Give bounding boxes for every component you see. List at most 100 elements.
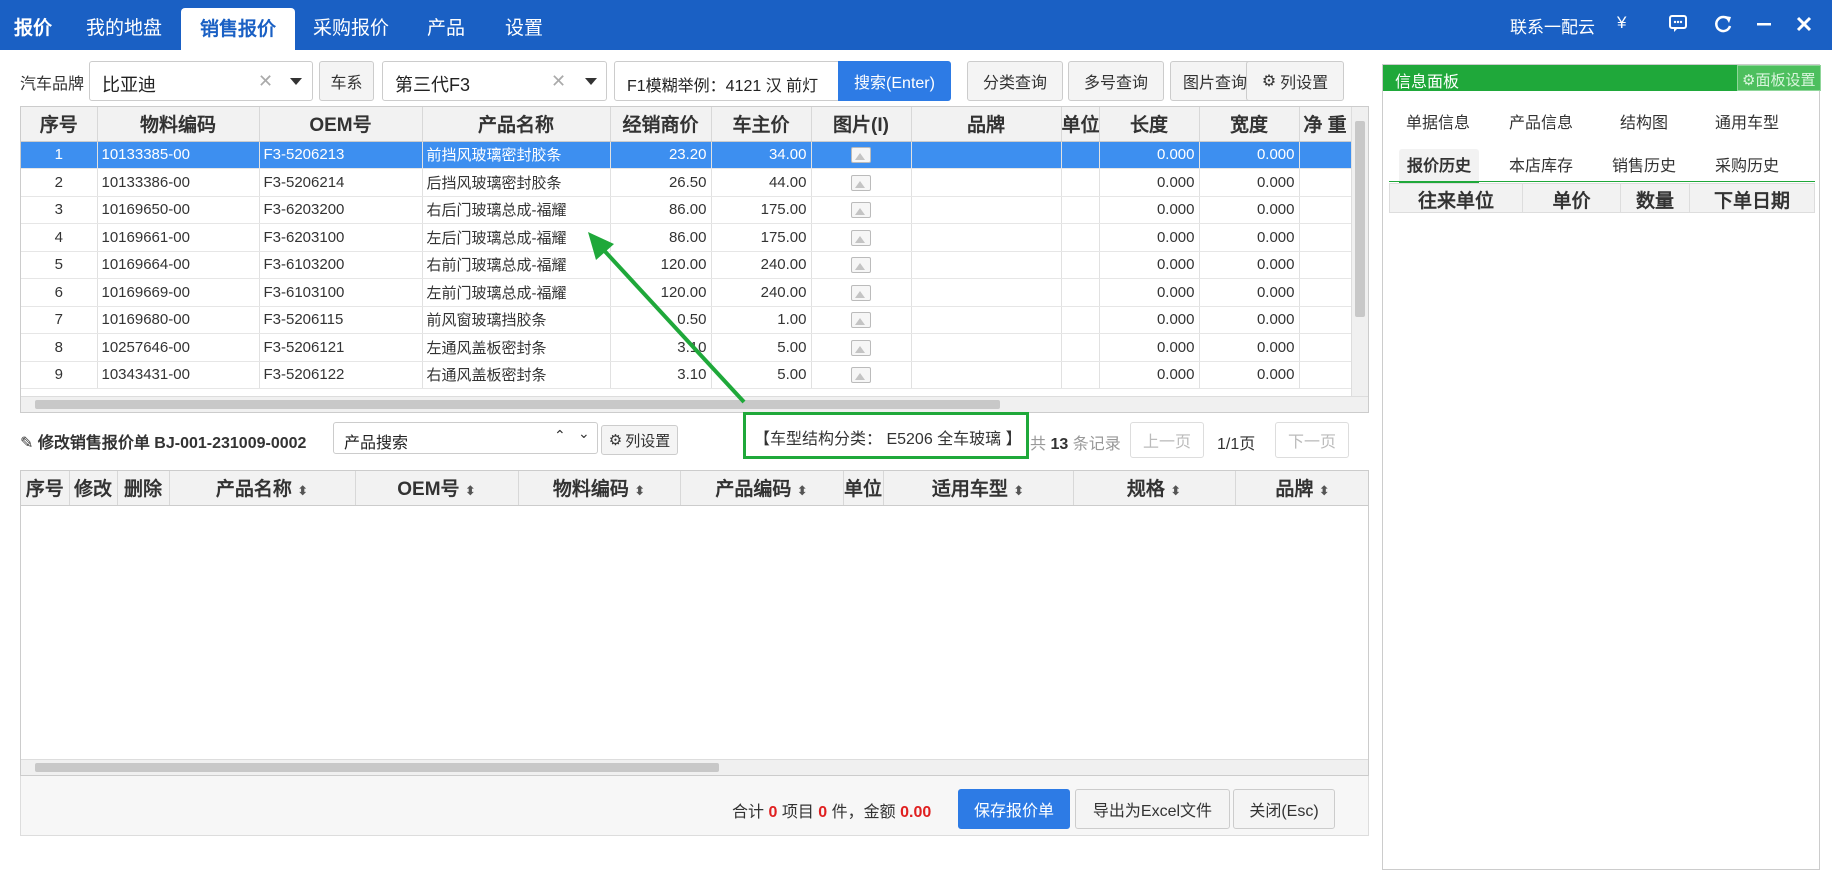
table-cell[interactable]: 0.000 <box>1199 223 1300 252</box>
col-header[interactable]: 产品名称 ⬍ <box>169 471 356 506</box>
table-cell[interactable]: 10169680-00 <box>97 306 260 334</box>
table-cell[interactable] <box>911 306 1062 334</box>
col-header[interactable]: 下单日期 <box>1690 184 1814 212</box>
table-cell[interactable]: 0.000 <box>1099 333 1200 362</box>
sort-icon[interactable]: ⬍ <box>1013 483 1024 498</box>
image-icon[interactable] <box>851 257 871 274</box>
table-cell[interactable]: 26.50 <box>610 168 712 197</box>
table-cell[interactable]: F3-6103100 <box>259 278 423 307</box>
image-icon[interactable] <box>851 312 871 329</box>
sort-icon[interactable]: ⬍ <box>797 483 808 498</box>
col-header[interactable]: 物料编码 <box>97 107 260 142</box>
message-icon[interactable] <box>1668 14 1688 34</box>
table-cell[interactable]: 0.000 <box>1199 196 1300 224</box>
table-cell[interactable] <box>1061 278 1100 307</box>
prev-page-button[interactable]: 上一页 <box>1130 422 1204 458</box>
table-row[interactable]: 3 10169650-00 F3-6203200 右后门玻璃总成-福耀 86.00 175… <box>21 196 1352 224</box>
table-cell[interactable]: 23.20 <box>610 141 712 169</box>
column-settings-button[interactable]: ⚙ 列设置 <box>1246 61 1344 101</box>
panel-settings-button[interactable]: ⚙面板设置 <box>1737 65 1821 91</box>
table-cell[interactable] <box>1061 333 1100 362</box>
table-cell[interactable] <box>1299 278 1352 307</box>
tab-purchase-quote[interactable]: 采购报价 <box>313 13 389 40</box>
sort-icon[interactable]: ⬍ <box>1319 483 1330 498</box>
table-cell[interactable]: 34.00 <box>711 141 812 169</box>
col-header[interactable]: 图片(I) <box>811 107 912 142</box>
vertical-scrollbar[interactable] <box>1351 107 1368 396</box>
image-icon[interactable] <box>851 229 871 246</box>
product-search-input[interactable]: 产品搜索 ⌃ ⌄ <box>333 422 598 454</box>
image-icon[interactable] <box>851 147 871 164</box>
scroll-thumb[interactable] <box>35 400 1000 409</box>
clear-icon[interactable]: ✕ <box>551 71 566 92</box>
table-cell[interactable] <box>1061 141 1100 169</box>
chevron-down-icon[interactable] <box>290 78 302 85</box>
table-cell[interactable] <box>911 196 1062 224</box>
tab-settings[interactable]: 设置 <box>505 13 543 40</box>
close-button[interactable]: 关闭(Esc) <box>1233 789 1335 829</box>
table-cell[interactable] <box>1299 251 1352 279</box>
table-cell[interactable]: 0.000 <box>1099 168 1200 197</box>
panel-tab-quote-history[interactable]: 报价历史 <box>1399 149 1480 183</box>
col-header[interactable]: 序号 <box>21 107 98 142</box>
col-header[interactable]: 品牌 ⬍ <box>1235 471 1368 506</box>
export-excel-button[interactable]: 导出为Excel文件 <box>1075 789 1230 829</box>
table-cell[interactable]: 0.000 <box>1099 361 1200 389</box>
query-input[interactable]: F1模糊举例：4121 汉 前灯 <box>614 61 840 101</box>
table-cell[interactable]: F3-5206213 <box>259 141 423 169</box>
series-button[interactable]: 车系 <box>319 61 374 101</box>
table-cell[interactable]: 10169650-00 <box>97 196 260 224</box>
col-header[interactable]: 规格 ⬍ <box>1073 471 1236 506</box>
image-icon[interactable] <box>851 284 871 301</box>
col-header[interactable]: 物料编码 ⬍ <box>518 471 681 506</box>
image-icon[interactable] <box>851 367 871 384</box>
table-cell[interactable]: 3 <box>21 196 98 224</box>
panel-tab-compatible-models[interactable]: 通用车型 <box>1715 109 1779 133</box>
table-cell[interactable]: 44.00 <box>711 168 812 197</box>
save-quote-button[interactable]: 保存报价单 <box>958 789 1070 829</box>
table-cell[interactable] <box>911 361 1062 389</box>
category-query-button[interactable]: 分类查询 <box>967 61 1063 101</box>
chevron-down-icon[interactable] <box>585 78 597 85</box>
table-cell[interactable]: 0.000 <box>1099 278 1200 307</box>
table-cell[interactable] <box>911 223 1062 252</box>
table-cell[interactable]: 10169669-00 <box>97 278 260 307</box>
yen-icon[interactable]: ¥ <box>1617 13 1626 33</box>
tab-products[interactable]: 产品 <box>427 13 465 40</box>
table-cell[interactable]: F3-5206122 <box>259 361 423 389</box>
table-cell[interactable]: 右后门玻璃总成-福耀 <box>422 196 611 224</box>
table-cell[interactable]: F3-5206121 <box>259 333 423 362</box>
sort-icon[interactable]: ⬍ <box>1170 483 1181 498</box>
image-cell[interactable] <box>811 361 912 389</box>
table-cell[interactable]: 7 <box>21 306 98 334</box>
col-header[interactable]: 长度 <box>1099 107 1200 142</box>
table-cell[interactable]: 175.00 <box>711 196 812 224</box>
table-cell[interactable]: 0.000 <box>1199 278 1300 307</box>
table-cell[interactable] <box>911 141 1062 169</box>
table-cell[interactable]: 2 <box>21 168 98 197</box>
table-cell[interactable] <box>911 251 1062 279</box>
table-cell[interactable] <box>1061 251 1100 279</box>
table-cell[interactable]: 86.00 <box>610 196 712 224</box>
search-button[interactable]: 搜索(Enter) <box>838 61 951 101</box>
image-icon[interactable] <box>851 174 871 191</box>
table-cell[interactable]: 8 <box>21 333 98 362</box>
table-cell[interactable]: F3-6103200 <box>259 251 423 279</box>
table-cell[interactable] <box>1299 223 1352 252</box>
col-header[interactable]: 单位 <box>1061 107 1100 142</box>
image-cell[interactable] <box>811 333 912 362</box>
panel-tab-sales-history[interactable]: 销售历史 <box>1612 152 1676 176</box>
table-cell[interactable] <box>1299 168 1352 197</box>
table-cell[interactable]: 0.000 <box>1199 251 1300 279</box>
table-cell[interactable] <box>1061 223 1100 252</box>
table-cell[interactable] <box>911 333 1062 362</box>
table-cell[interactable] <box>1061 306 1100 334</box>
image-cell[interactable] <box>811 168 912 197</box>
image-cell[interactable] <box>811 306 912 334</box>
sort-icon[interactable]: ⬍ <box>297 483 308 498</box>
next-page-button[interactable]: 下一页 <box>1275 422 1349 458</box>
image-cell[interactable] <box>811 196 912 224</box>
table-cell[interactable]: 0.000 <box>1199 141 1300 169</box>
panel-tab-structure-diagram[interactable]: 结构图 <box>1620 109 1668 133</box>
table-row[interactable]: 2 10133386-00 F3-5206214 后挡风玻璃密封胶条 26.50 44.0… <box>21 168 1352 197</box>
